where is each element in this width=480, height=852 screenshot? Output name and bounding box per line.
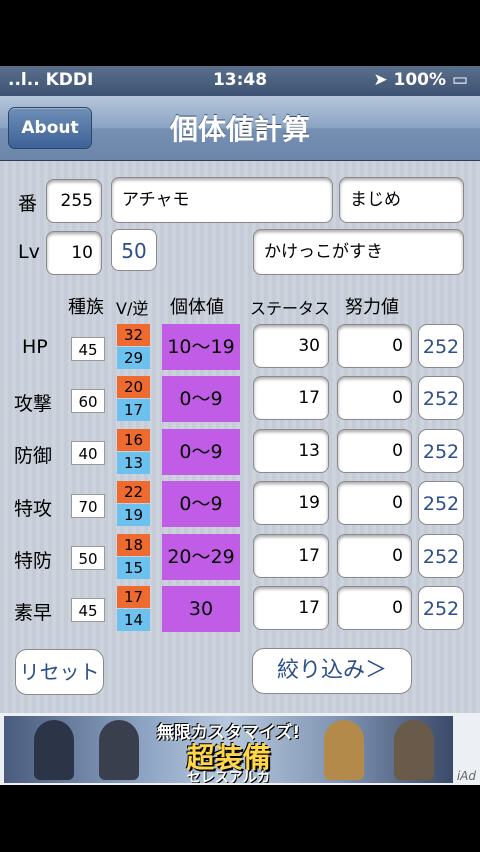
- iv-range: 30: [162, 586, 240, 632]
- status-field[interactable]: 13: [253, 429, 329, 473]
- reverse-value: 29: [117, 347, 150, 369]
- header-iv: 個体値: [170, 297, 224, 318]
- level-label: Lv: [18, 241, 40, 263]
- ad-image[interactable]: 無限カスタマイズ! 超装備 セレスアルカ: [4, 716, 453, 783]
- iv-range: 10〜19: [162, 324, 240, 370]
- ad-banner[interactable]: 無限カスタマイズ! 超装備 セレスアルカ iAd: [0, 713, 480, 785]
- iv-range: 0〜9: [162, 429, 240, 475]
- ev-field[interactable]: 0: [337, 586, 412, 630]
- ad-game-title: セレスアルカ: [186, 770, 271, 783]
- name-field[interactable]: アチャモ: [111, 177, 333, 223]
- nature-field[interactable]: まじめ: [339, 177, 464, 223]
- reverse-value: 19: [117, 504, 150, 526]
- reverse-value: 15: [117, 557, 150, 579]
- iv-range: 20〜29: [162, 534, 240, 580]
- row-label: 特攻: [14, 498, 53, 520]
- row-label: 攻撃: [14, 393, 53, 415]
- number-label: 番: [18, 193, 38, 215]
- iad-logo: iAd: [456, 769, 476, 783]
- iv-range: 0〜9: [162, 376, 240, 422]
- status-field[interactable]: 19: [253, 481, 329, 525]
- header-status: ステータス: [250, 299, 331, 318]
- header-v: V/逆: [116, 299, 149, 318]
- base-stat: 60: [71, 389, 105, 413]
- status-bar: ..l.. KDDI 13:48 ➤ 100% ▭: [0, 66, 480, 96]
- ev-max-button[interactable]: 252: [418, 429, 464, 473]
- base-stat: 45: [71, 598, 105, 622]
- reverse-value: 17: [117, 399, 150, 421]
- v-value: 18: [117, 534, 150, 556]
- v-value: 32: [117, 324, 150, 346]
- ev-max-button[interactable]: 252: [418, 534, 464, 578]
- battery-indicator: ➤ 100% ▭: [373, 70, 468, 90]
- base-stat: 45: [71, 337, 105, 361]
- v-value: 22: [117, 481, 150, 503]
- level-50-button[interactable]: 50: [111, 229, 157, 271]
- ev-field[interactable]: 0: [337, 481, 412, 525]
- row-label: 特防: [14, 550, 53, 572]
- ev-field[interactable]: 0: [337, 429, 412, 473]
- v-value: 16: [117, 429, 150, 451]
- iv-range: 0〜9: [162, 481, 240, 527]
- location-icon: ➤: [373, 70, 388, 90]
- v-value: 17: [117, 586, 150, 608]
- v-value: 20: [117, 376, 150, 398]
- status-field[interactable]: 17: [253, 534, 329, 578]
- header-base: 種族: [68, 297, 104, 318]
- number-field[interactable]: 255: [46, 179, 102, 223]
- filter-button[interactable]: 絞り込み＞: [252, 648, 412, 694]
- ev-field[interactable]: 0: [337, 324, 412, 368]
- base-stat: 50: [71, 546, 105, 570]
- row-label: 素早: [14, 602, 53, 624]
- ev-field[interactable]: 0: [337, 534, 412, 578]
- ev-field[interactable]: 0: [337, 376, 412, 420]
- header-ev: 努力値: [345, 297, 399, 318]
- calculator-panel: 番 255 アチャモ まじめ Lv 10 50 かけっこがすき 種族 V/逆 個…: [0, 161, 480, 713]
- reset-button[interactable]: リセット: [15, 649, 104, 695]
- reverse-value: 14: [117, 609, 150, 631]
- reverse-value: 13: [117, 452, 150, 474]
- ev-max-button[interactable]: 252: [418, 481, 464, 525]
- page-title: 個体値計算: [169, 113, 310, 146]
- battery-label: 100%: [393, 70, 447, 90]
- characteristic-field[interactable]: かけっこがすき: [253, 229, 464, 275]
- status-field[interactable]: 30: [253, 324, 329, 368]
- ev-max-button[interactable]: 252: [418, 376, 464, 420]
- base-stat: 40: [71, 441, 105, 465]
- row-label: 防御: [14, 445, 53, 467]
- row-label: HP: [22, 336, 48, 358]
- status-field[interactable]: 17: [253, 376, 329, 420]
- level-field[interactable]: 10: [46, 231, 102, 275]
- ev-max-button[interactable]: 252: [418, 586, 464, 630]
- ev-max-button[interactable]: 252: [418, 324, 464, 368]
- status-field[interactable]: 17: [253, 586, 329, 630]
- navigation-bar: About 個体値計算: [0, 96, 480, 161]
- battery-icon: ▭: [451, 70, 468, 90]
- base-stat: 70: [71, 494, 105, 518]
